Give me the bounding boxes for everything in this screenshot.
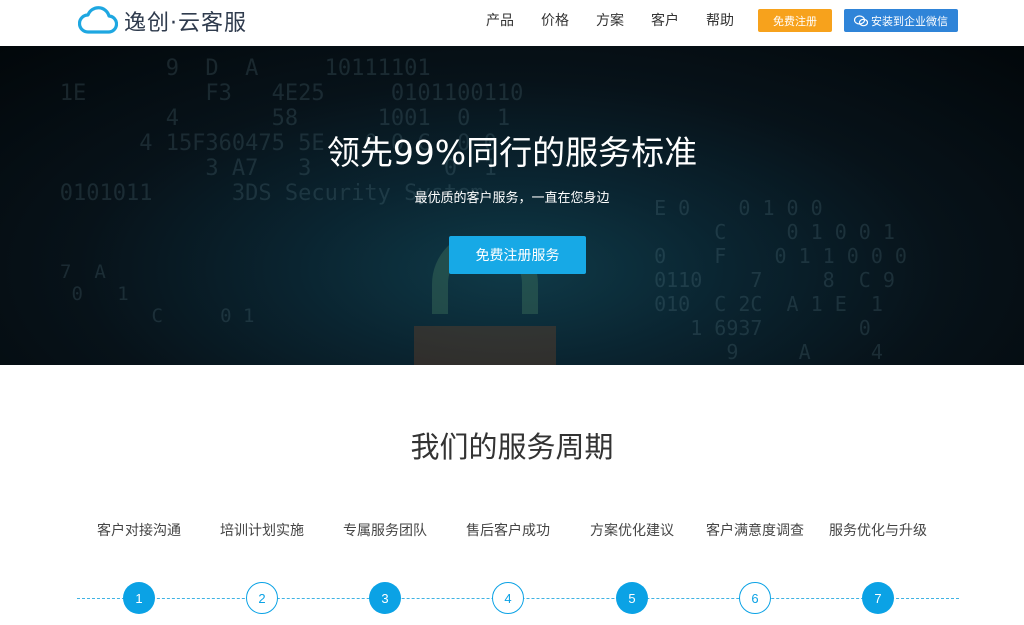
nav-item-product[interactable]: 产品 [486, 11, 514, 31]
step-label: 专属服务团队 [343, 523, 427, 539]
top-header: 逸创·云客服 产品 价格 方案 客户 帮助 免费注册 安装到企业微信 [0, 0, 1024, 46]
hero-register-button[interactable]: 免费注册服务 [449, 236, 586, 274]
brand-logo[interactable]: 逸创·云客服 [78, 4, 247, 38]
hero-background-code-right: E 0 0 1 0 0 C 0 1 0 0 1 0 F 0 1 1 0 0 0 … [654, 196, 907, 364]
step-label: 客户满意度调查 [706, 523, 804, 539]
step-number-circle: 6 [739, 582, 771, 614]
step-label: 售后客户成功 [466, 523, 550, 539]
section-title: 我们的服务周期 [410, 430, 614, 464]
step-number-circle: 4 [492, 582, 524, 614]
cloud-logo-icon [78, 6, 118, 34]
hero-subtitle: 最优质的客户服务，一直在您身边 [414, 191, 610, 206]
step-number-circle: 7 [862, 582, 894, 614]
free-register-button[interactable]: 免费注册 [758, 9, 832, 32]
step-label: 方案优化建议 [590, 523, 674, 539]
hero-background-code-left: 7 A 0 1 C 0 1 [60, 261, 255, 327]
hero-banner: 9 D A 10111101 1E F3 4E25 0101100110 4 5… [0, 46, 1024, 365]
step-number-circle: 3 [369, 582, 401, 614]
step-label: 服务优化与升级 [829, 523, 927, 539]
wechat-icon [854, 14, 868, 26]
nav-item-customers[interactable]: 客户 [651, 11, 679, 31]
nav-item-solutions[interactable]: 方案 [596, 11, 624, 31]
step-label: 培训计划实施 [220, 523, 304, 539]
main-nav: 产品 价格 方案 客户 帮助 [486, 11, 761, 31]
step-number-circle: 5 [616, 582, 648, 614]
brand-name: 逸创·云客服 [124, 11, 247, 36]
nav-item-pricing[interactable]: 价格 [541, 11, 569, 31]
step-label: 客户对接沟通 [97, 523, 181, 539]
hero-title: 领先99%同行的服务标准 [326, 133, 698, 172]
install-wechat-label: 安装到企业微信 [871, 14, 948, 28]
nav-item-help[interactable]: 帮助 [706, 11, 734, 31]
install-wechat-button[interactable]: 安装到企业微信 [844, 9, 958, 32]
step-number-circle: 1 [123, 582, 155, 614]
step-number-circle: 2 [246, 582, 278, 614]
